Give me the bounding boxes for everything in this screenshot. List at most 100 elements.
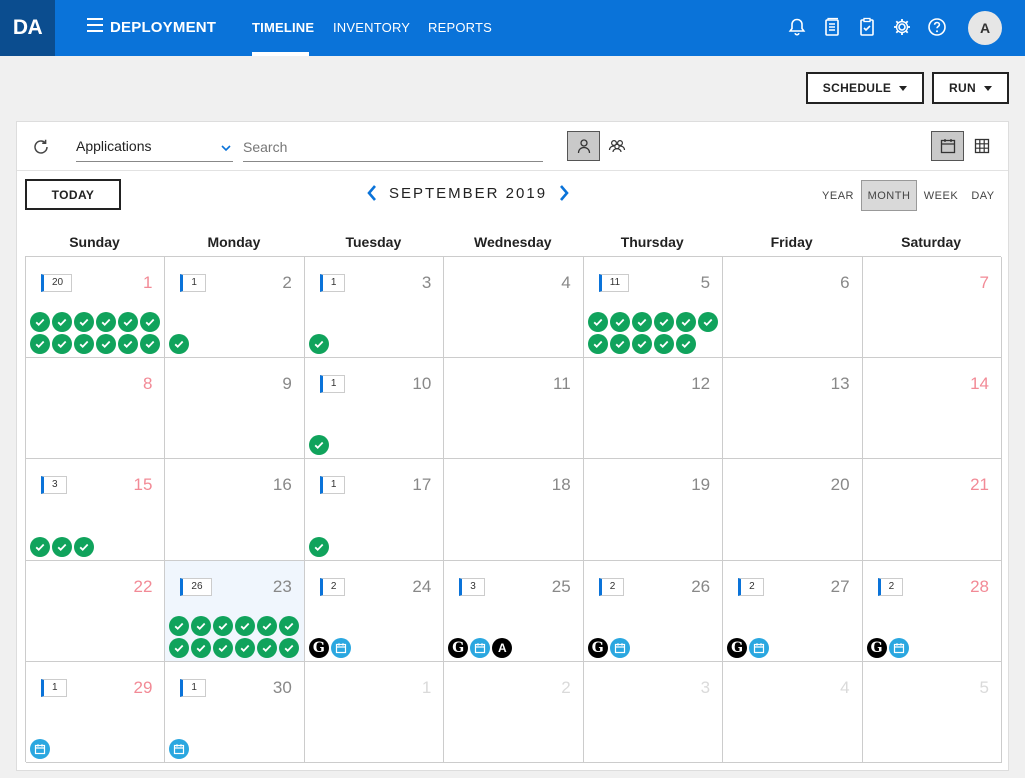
refresh-icon[interactable]	[32, 138, 50, 156]
day-cell[interactable]: 2 26 G	[583, 560, 724, 662]
day-cell[interactable]: 1 30	[165, 661, 305, 763]
success-check-icon[interactable]	[308, 334, 329, 355]
day-cell[interactable]: 26 23	[165, 560, 305, 662]
success-check-icon[interactable]	[279, 637, 300, 658]
success-check-icon[interactable]	[118, 312, 138, 333]
success-check-icon[interactable]	[191, 615, 212, 636]
success-check-icon[interactable]	[169, 334, 190, 355]
g-app-icon[interactable]: G	[308, 637, 329, 658]
tab-inventory[interactable]: INVENTORY	[333, 20, 410, 35]
g-app-icon[interactable]: G	[727, 637, 748, 658]
day-cell[interactable]: 12	[583, 358, 724, 460]
g-app-icon[interactable]: G	[866, 637, 887, 658]
document-icon[interactable]	[822, 17, 842, 37]
grid-layout-button[interactable]	[965, 131, 998, 161]
tab-reports[interactable]: REPORTS	[428, 20, 492, 35]
success-check-icon[interactable]	[653, 334, 674, 355]
day-cell[interactable]: 3 25 G A	[444, 560, 584, 662]
day-cell[interactable]: 2 28 G	[862, 560, 1002, 662]
success-check-icon[interactable]	[140, 334, 160, 355]
deployment-count-badge[interactable]: 3	[459, 577, 485, 596]
success-check-icon[interactable]	[74, 312, 94, 333]
day-cell[interactable]: 3	[583, 661, 724, 763]
deployment-count-badge[interactable]: 1	[180, 678, 206, 697]
day-cell[interactable]: 1 29	[26, 661, 166, 763]
success-check-icon[interactable]	[52, 536, 72, 557]
g-app-icon[interactable]: G	[448, 637, 469, 658]
success-check-icon[interactable]	[631, 334, 652, 355]
success-check-icon[interactable]	[609, 312, 630, 333]
day-cell[interactable]: 1	[304, 661, 445, 763]
deployment-count-badge[interactable]: 3	[41, 476, 67, 495]
deployment-count-badge[interactable]: 11	[598, 274, 630, 292]
deployment-count-badge[interactable]: 1	[319, 274, 346, 292]
success-check-icon[interactable]	[279, 615, 300, 636]
success-check-icon[interactable]	[235, 637, 256, 658]
view-month-button[interactable]: MONTH	[861, 180, 917, 211]
next-month-icon[interactable]	[557, 184, 571, 202]
day-cell[interactable]: 2	[444, 661, 584, 763]
help-icon[interactable]	[927, 17, 947, 37]
g-app-icon[interactable]: G	[587, 637, 608, 658]
success-check-icon[interactable]	[191, 637, 212, 658]
success-check-icon[interactable]	[30, 536, 50, 557]
tab-timeline[interactable]: TIMELINE	[252, 20, 314, 35]
schedule-button[interactable]: SCHEDULE	[806, 72, 924, 104]
scheduled-calendar-icon[interactable]	[749, 637, 770, 658]
day-cell[interactable]: 2 27 G	[723, 560, 863, 662]
success-check-icon[interactable]	[587, 334, 608, 355]
success-check-icon[interactable]	[52, 312, 72, 333]
single-user-view-button[interactable]	[567, 131, 600, 161]
success-check-icon[interactable]	[169, 615, 190, 636]
success-check-icon[interactable]	[30, 334, 50, 355]
scheduled-calendar-icon[interactable]	[30, 738, 50, 759]
view-year-button[interactable]: YEAR	[817, 180, 859, 211]
success-check-icon[interactable]	[96, 334, 116, 355]
success-check-icon[interactable]	[308, 435, 329, 456]
view-day-button[interactable]: DAY	[965, 180, 1001, 211]
success-check-icon[interactable]	[74, 536, 94, 557]
day-cell[interactable]: 13	[723, 358, 863, 460]
a-app-icon[interactable]: A	[492, 637, 513, 658]
today-button[interactable]: TODAY	[25, 179, 121, 210]
logo[interactable]: DA	[0, 0, 55, 56]
deployment-count-badge[interactable]: 20	[41, 274, 73, 292]
success-check-icon[interactable]	[213, 615, 234, 636]
day-cell[interactable]: 13	[304, 257, 445, 359]
deployment-count-badge[interactable]: 2	[738, 577, 764, 596]
success-check-icon[interactable]	[609, 334, 630, 355]
day-cell[interactable]: 12	[165, 257, 305, 359]
day-cell[interactable]: 3 15	[26, 459, 166, 561]
scheduled-calendar-icon[interactable]	[470, 637, 491, 658]
scheduled-calendar-icon[interactable]	[609, 637, 630, 658]
day-cell[interactable]: 14	[862, 358, 1002, 460]
success-check-icon[interactable]	[30, 312, 50, 333]
success-check-icon[interactable]	[169, 637, 190, 658]
deployment-count-badge[interactable]: 2	[598, 577, 625, 596]
success-check-icon[interactable]	[74, 334, 94, 355]
day-cell[interactable]: 8	[26, 358, 166, 460]
day-cell[interactable]: 6	[723, 257, 863, 359]
day-cell[interactable]: 11	[444, 358, 584, 460]
deployment-count-badge[interactable]: 1	[319, 375, 346, 394]
hamburger-menu-icon[interactable]	[87, 18, 103, 32]
day-cell[interactable]: 7	[862, 257, 1002, 359]
success-check-icon[interactable]	[653, 312, 674, 333]
success-check-icon[interactable]	[308, 536, 329, 557]
success-check-icon[interactable]	[213, 637, 234, 658]
day-cell[interactable]: 5	[862, 661, 1002, 763]
deployment-count-badge[interactable]: 1	[180, 274, 206, 292]
view-week-button[interactable]: WEEK	[920, 180, 962, 211]
day-cell[interactable]: 4	[444, 257, 584, 359]
success-check-icon[interactable]	[140, 312, 160, 333]
success-check-icon[interactable]	[257, 637, 278, 658]
success-check-icon[interactable]	[96, 312, 116, 333]
success-check-icon[interactable]	[587, 312, 608, 333]
gear-icon[interactable]	[892, 17, 912, 37]
success-check-icon[interactable]	[697, 312, 718, 333]
deployment-count-badge[interactable]: 26	[180, 577, 212, 596]
day-cell[interactable]: 1 10	[304, 358, 445, 460]
application-filter-select[interactable]: Applications	[76, 132, 233, 162]
group-view-button[interactable]	[600, 131, 633, 161]
day-cell[interactable]: 20 1	[26, 257, 166, 359]
